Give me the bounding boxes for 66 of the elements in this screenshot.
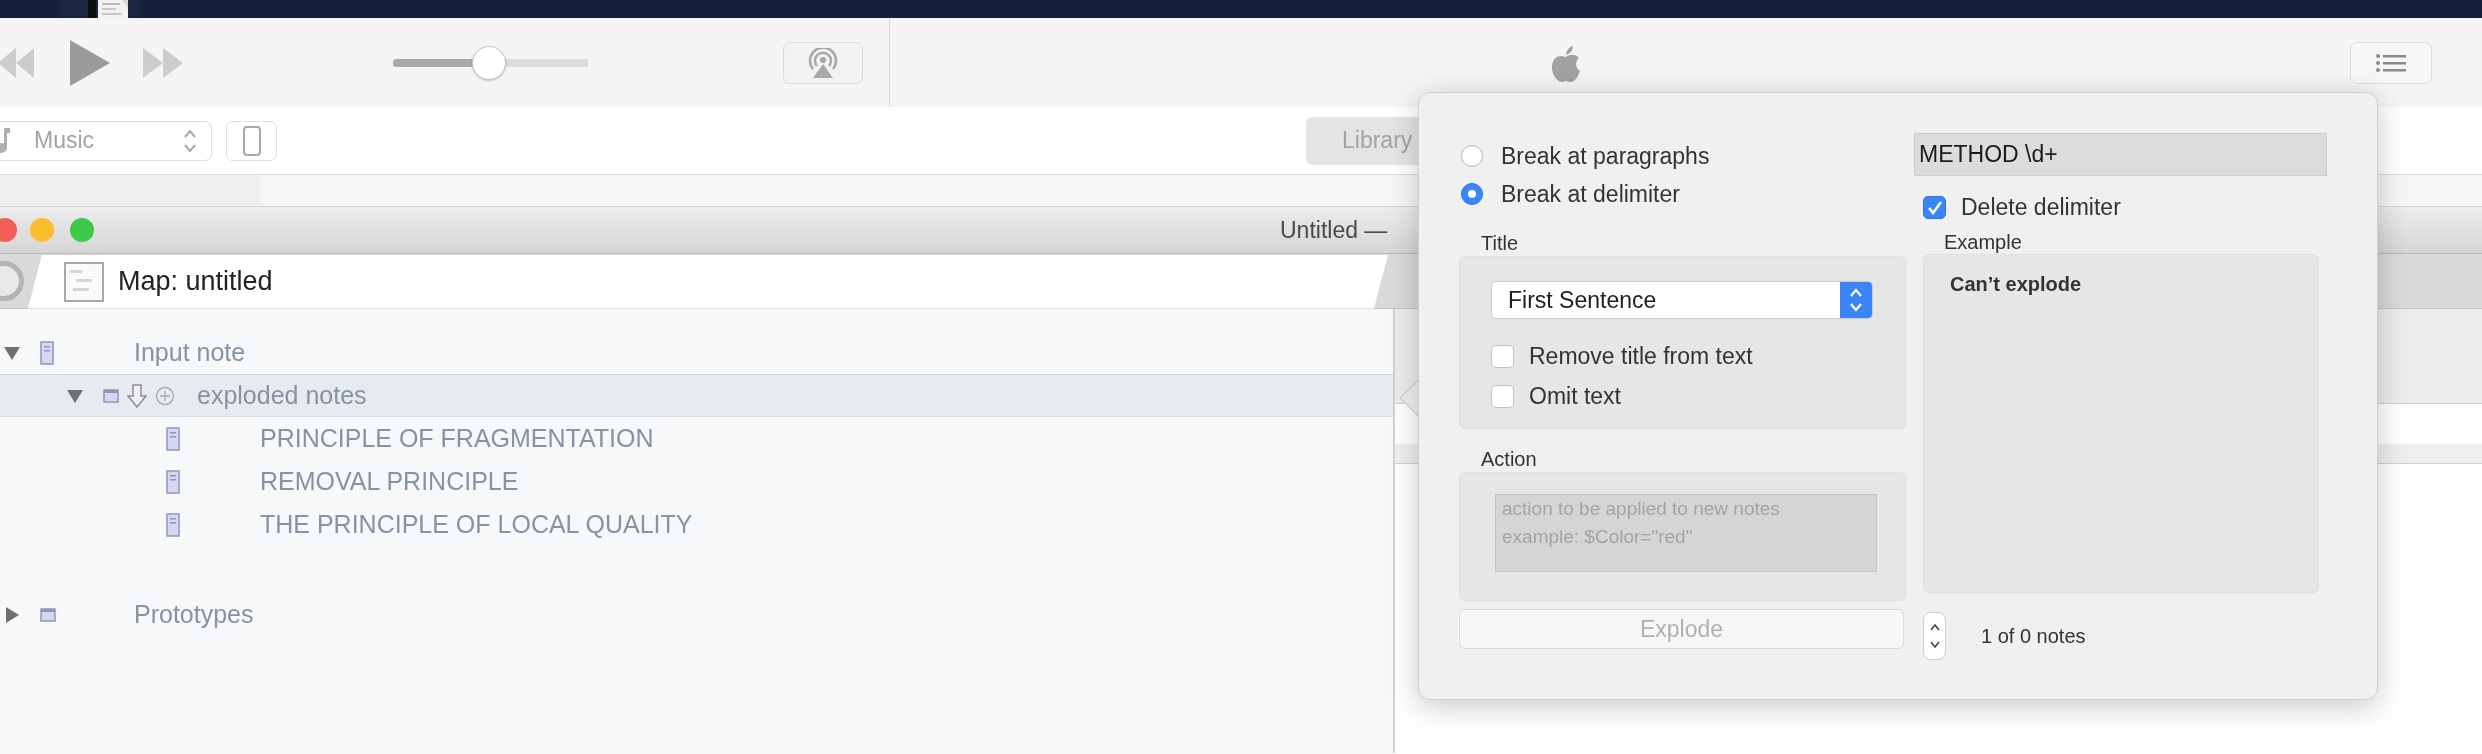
outline-row[interactable]: PRINCIPLE OF FRAGMENTATION [0, 417, 1393, 460]
minimize-button[interactable] [30, 218, 54, 242]
checkbox[interactable] [1491, 344, 1514, 368]
checkbox[interactable] [1923, 195, 1946, 219]
section-heading: Title [1480, 231, 1520, 255]
window-title: Untitled — [1280, 215, 1388, 245]
checkbox-label: Omit text [1529, 381, 1621, 411]
radio-option[interactable]: Break at delimiter [1459, 175, 1906, 213]
note-stepper[interactable] [1923, 612, 1946, 660]
disclosure-triangle[interactable] [67, 387, 83, 404]
title-method-select[interactable]: First Sentence [1491, 281, 1873, 319]
section-heading: Action [1480, 447, 1538, 471]
checkbox[interactable] [1491, 384, 1514, 408]
outline-row[interactable]: REMOVAL PRINCIPLE [0, 460, 1393, 503]
outline-row[interactable]: THE PRINCIPLE OF LOCAL QUALITY [0, 503, 1393, 546]
example-text: Can’t explode [1923, 254, 2319, 593]
checkbox-option[interactable]: Delete delimiter [1914, 188, 2327, 226]
source-menu[interactable]: Music [0, 120, 212, 161]
slider-thumb[interactable] [471, 45, 506, 80]
tab[interactable]: Map: untitled [28, 254, 1388, 309]
note-count: 1 of 0 notes [1981, 624, 2086, 649]
chevron-updown-icon [1849, 287, 1863, 313]
radio-button[interactable] [1461, 145, 1483, 167]
play-button[interactable] [70, 39, 110, 86]
phone-icon [242, 125, 261, 156]
airplay-button[interactable] [783, 41, 863, 84]
note-icon [166, 512, 180, 537]
chevron-updown-icon [1928, 621, 1941, 651]
outline-row[interactable]: Input note [0, 331, 1393, 374]
list-button[interactable] [2350, 41, 2432, 84]
disclosure-triangle[interactable] [4, 606, 20, 623]
square-icon [40, 607, 56, 622]
radio-label: Break at delimiter [1501, 179, 1680, 209]
device-button[interactable] [226, 120, 277, 161]
chevron-updown-icon [183, 127, 197, 154]
down-arrow-icon[interactable] [127, 383, 147, 408]
radio-label: Break at paragraphs [1501, 141, 1710, 171]
radio-option[interactable]: Break at paragraphs [1459, 137, 1906, 175]
outline-row[interactable]: Prototypes [0, 593, 1393, 636]
document-icon [64, 261, 104, 302]
checkbox-label: Delete delimiter [1961, 192, 2121, 222]
checkbox-option[interactable]: Omit text [1491, 377, 1905, 415]
section-heading: Example [1943, 230, 2023, 254]
note-title: PRINCIPLE OF FRAGMENTATION [260, 422, 654, 454]
note-icon [166, 426, 180, 451]
add-icon[interactable] [155, 385, 175, 406]
note-title: THE PRINCIPLE OF LOCAL QUALITY [260, 508, 693, 540]
next-button[interactable] [143, 47, 183, 78]
radio-button[interactable] [1461, 183, 1483, 205]
note-icon [166, 469, 180, 494]
maximize-button[interactable] [70, 218, 94, 242]
note-title: REMOVAL PRINCIPLE [260, 465, 519, 497]
outline-row[interactable]: exploded notes [0, 374, 1393, 417]
list-icon [2376, 52, 2406, 73]
container-title: exploded notes [197, 379, 367, 411]
note-title: Input note [134, 336, 246, 368]
close-button[interactable] [0, 218, 17, 242]
checkbox-option[interactable]: Remove title from text [1491, 337, 1905, 375]
disclosure-triangle[interactable] [4, 344, 20, 361]
delimiter-field[interactable]: METHOD \d+ [1914, 133, 2327, 176]
checkbox-label: Remove title from text [1529, 341, 1753, 371]
container-title: Prototypes [134, 598, 254, 630]
airplay-icon [806, 47, 840, 78]
note-icon [40, 340, 54, 365]
square-icon [103, 388, 119, 403]
previous-button[interactable] [0, 47, 34, 78]
